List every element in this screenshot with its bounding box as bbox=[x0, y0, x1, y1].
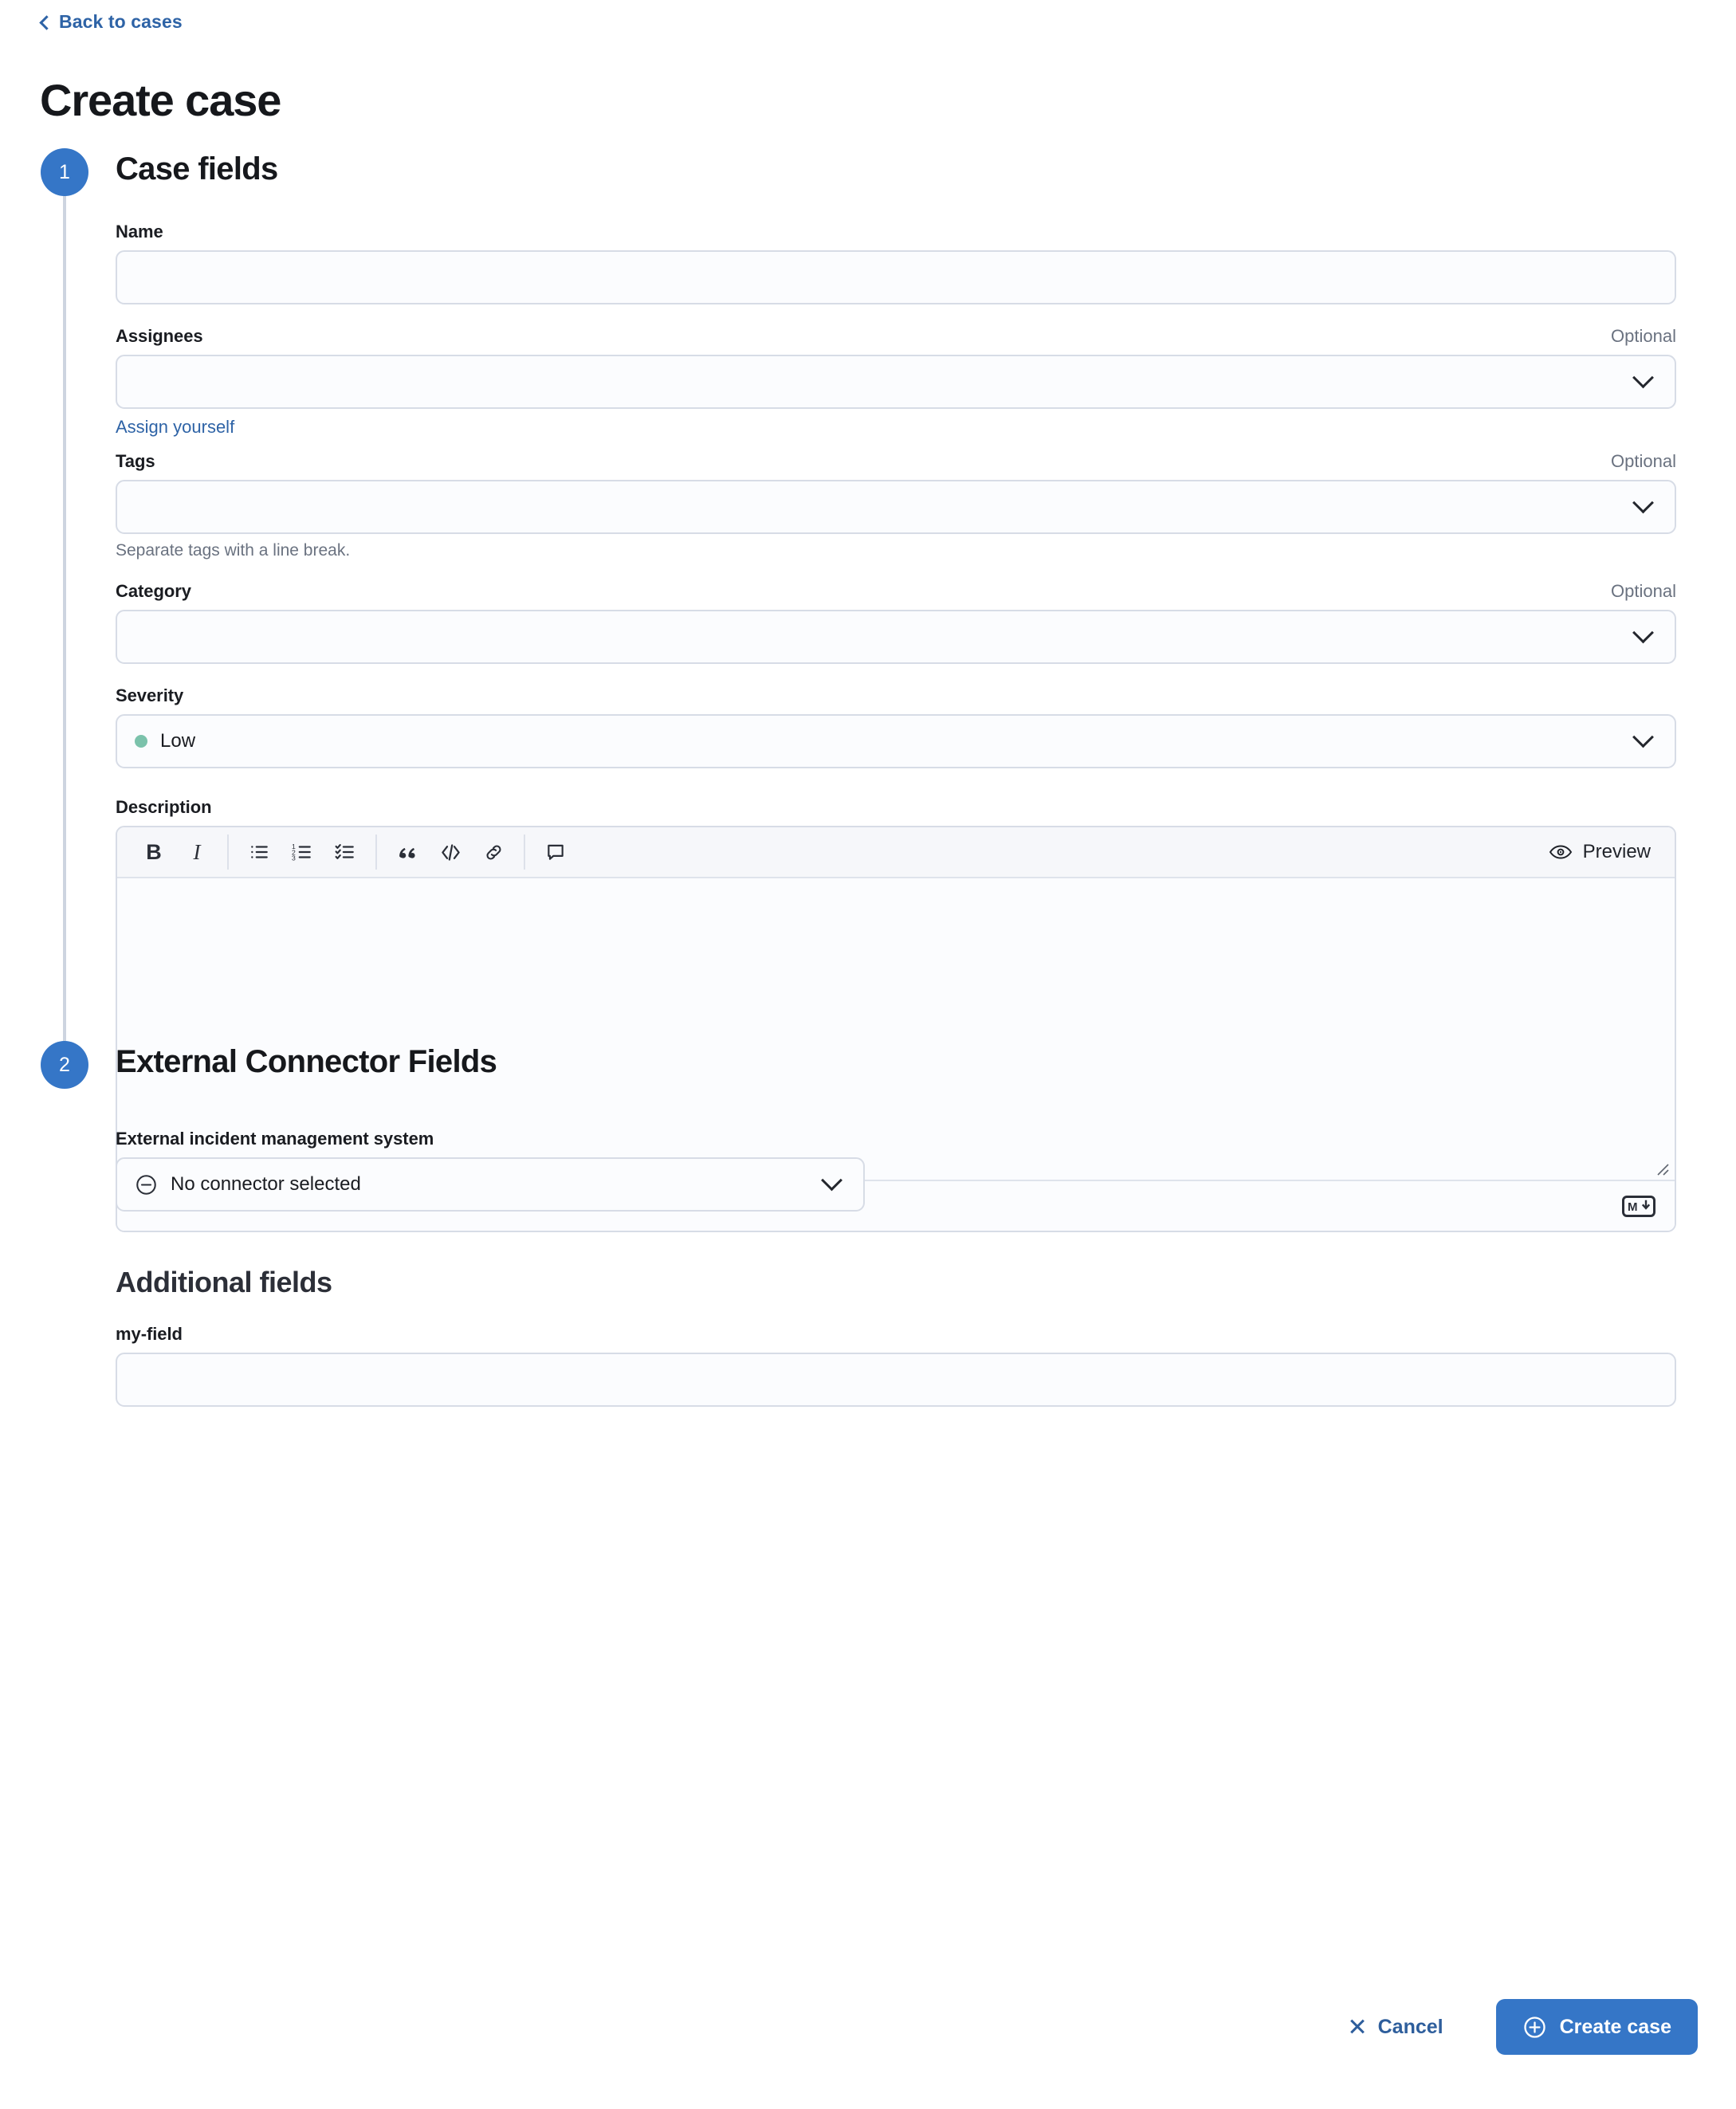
toolbar-divider bbox=[524, 835, 525, 870]
external-connector-body: External incident management system No c… bbox=[116, 1129, 1676, 1212]
create-case-page: Back to cases Create case 1 Case fields … bbox=[0, 0, 1736, 2109]
toolbar-divider bbox=[375, 835, 377, 870]
bold-icon[interactable]: B bbox=[135, 833, 173, 871]
chevron-down-icon[interactable] bbox=[1632, 491, 1654, 513]
external-connector-value-wrap: No connector selected bbox=[135, 1173, 824, 1196]
field-category-optional: Optional bbox=[1611, 581, 1676, 601]
name-input[interactable] bbox=[116, 250, 1676, 304]
plus-circle-icon bbox=[1522, 2015, 1547, 2040]
minus-circle-icon bbox=[135, 1173, 158, 1196]
form-actions: Cancel Create case bbox=[1326, 1999, 1698, 2055]
code-block-icon[interactable] bbox=[431, 833, 469, 871]
field-assignees-optional: Optional bbox=[1611, 326, 1676, 346]
field-name-label: Name bbox=[116, 222, 163, 242]
field-external-connector: External incident management system No c… bbox=[116, 1129, 1676, 1212]
assignees-combobox[interactable] bbox=[116, 355, 1676, 409]
comment-icon[interactable] bbox=[536, 833, 575, 871]
cancel-button[interactable]: Cancel bbox=[1326, 2003, 1466, 2052]
ordered-list-icon[interactable]: 1 2 3 bbox=[283, 833, 321, 871]
field-description-label: Description bbox=[116, 797, 212, 817]
field-external-connector-label: External incident management system bbox=[116, 1129, 434, 1149]
step-badge-1: 1 bbox=[41, 148, 88, 196]
chevron-down-icon[interactable] bbox=[1632, 725, 1654, 748]
field-tags-label: Tags bbox=[116, 451, 155, 471]
field-category: Category Optional bbox=[116, 581, 1676, 664]
step-connector-line-1 bbox=[63, 172, 66, 1065]
field-severity-label: Severity bbox=[116, 685, 184, 705]
italic-icon[interactable]: I bbox=[178, 833, 216, 871]
case-fields-body: Name Assignees Optional Assign yourself … bbox=[116, 222, 1676, 1407]
tags-help-text: Separate tags with a line break. bbox=[116, 541, 351, 560]
chevron-down-icon[interactable] bbox=[821, 1168, 842, 1191]
close-icon bbox=[1349, 2018, 1366, 2036]
toolbar-group-blocks bbox=[388, 833, 513, 871]
preview-label: Preview bbox=[1582, 841, 1651, 862]
category-combobox[interactable] bbox=[116, 610, 1676, 664]
severity-value: Low bbox=[160, 730, 196, 752]
tags-combobox[interactable] bbox=[116, 480, 1676, 534]
chevron-down-icon[interactable] bbox=[1632, 366, 1654, 388]
eye-icon bbox=[1549, 843, 1573, 861]
checklist-icon[interactable] bbox=[326, 833, 364, 871]
assign-yourself-link[interactable]: Assign yourself bbox=[116, 417, 234, 438]
severity-value-wrap: Low bbox=[135, 730, 1636, 752]
severity-dot-icon bbox=[135, 735, 147, 748]
cancel-label: Cancel bbox=[1377, 2015, 1443, 2038]
chevron-left-icon bbox=[39, 14, 54, 30]
toolbar-divider bbox=[227, 835, 229, 870]
external-connector-value: No connector selected bbox=[171, 1173, 361, 1195]
step-title-case-fields: Case fields bbox=[116, 151, 278, 187]
additional-fields-heading: Additional fields bbox=[116, 1266, 332, 1298]
bullet-list-icon[interactable] bbox=[240, 833, 278, 871]
step-badge-2: 2 bbox=[41, 1041, 88, 1089]
toolbar-group-comment bbox=[536, 833, 575, 871]
field-name: Name bbox=[116, 222, 1676, 304]
field-severity: Severity Low bbox=[116, 685, 1676, 768]
svg-text:3: 3 bbox=[292, 854, 296, 862]
field-tags-optional: Optional bbox=[1611, 451, 1676, 471]
field-tags: Tags Optional Separate tags with a line … bbox=[116, 451, 1676, 560]
severity-select[interactable]: Low bbox=[116, 714, 1676, 768]
additional-fields-section: Additional fields my-field bbox=[116, 1266, 1676, 1407]
page-title: Create case bbox=[40, 74, 281, 125]
field-assignees-label: Assignees bbox=[116, 326, 203, 346]
blockquote-icon[interactable] bbox=[388, 833, 426, 871]
back-to-cases-label: Back to cases bbox=[59, 11, 183, 32]
field-my-field-label: my-field bbox=[116, 1324, 183, 1344]
chevron-down-icon[interactable] bbox=[1632, 621, 1654, 643]
field-my-field: my-field bbox=[116, 1324, 1676, 1407]
field-assignees: Assignees Optional Assign yourself bbox=[116, 326, 1676, 438]
external-connector-select[interactable]: No connector selected bbox=[116, 1157, 865, 1212]
editor-toolbar: B I 1 2 3 Preview bbox=[117, 827, 1675, 878]
my-field-input[interactable] bbox=[116, 1353, 1676, 1407]
back-to-cases-link[interactable]: Back to cases bbox=[39, 11, 183, 33]
toolbar-group-text: B I bbox=[135, 833, 216, 871]
create-case-label: Create case bbox=[1559, 2015, 1671, 2038]
preview-button[interactable]: Preview bbox=[1549, 841, 1662, 863]
step-title-external-connector: External Connector Fields bbox=[116, 1044, 497, 1079]
link-icon[interactable] bbox=[474, 833, 513, 871]
field-category-label: Category bbox=[116, 581, 191, 601]
create-case-button[interactable]: Create case bbox=[1495, 1999, 1698, 2055]
toolbar-group-lists: 1 2 3 bbox=[240, 833, 364, 871]
